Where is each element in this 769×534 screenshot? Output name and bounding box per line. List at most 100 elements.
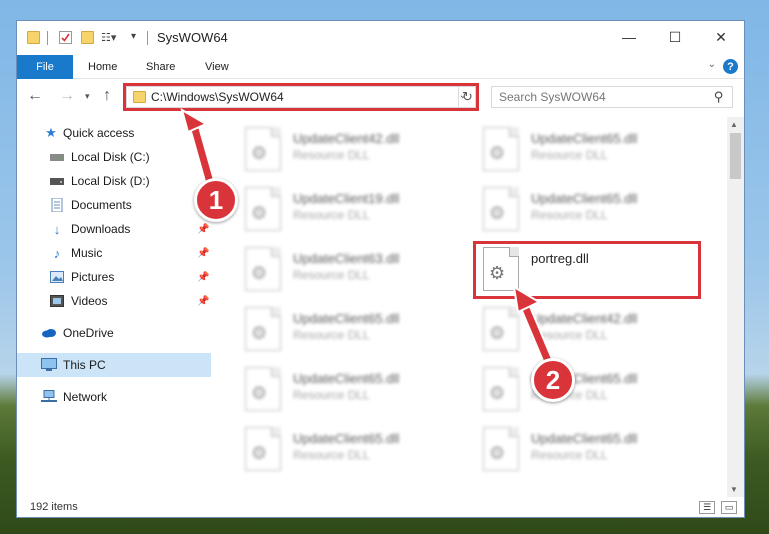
large-icons-view-icon[interactable]: ▭ [721, 501, 737, 514]
search-box[interactable]: Search SysWOW64 ⚲ [491, 86, 733, 108]
scroll-down-icon[interactable]: ▼ [730, 485, 738, 494]
file-item[interactable]: ⚙ UpdateClient65.dll Resource DLL [483, 365, 703, 415]
file-name: UpdateClient63.dll [293, 251, 400, 266]
file-name: UpdateClient65.dll [531, 191, 638, 206]
tab-share[interactable]: Share [146, 55, 175, 79]
title-bar: ☷▾ ▾ SysWOW64 — ☐ ✕ [17, 21, 744, 53]
file-item[interactable]: ⚙ UpdateClient65.dll Resource DLL [483, 185, 703, 235]
file-type: Resource DLL [531, 328, 608, 342]
folder-icon [27, 31, 40, 44]
downloads-icon: ↓ [53, 221, 61, 237]
sidebar-item-local-disk-c[interactable]: Local Disk (C:) [17, 145, 211, 169]
onedrive-icon [41, 326, 57, 340]
sidebar-item-label: Local Disk (D:) [71, 174, 150, 188]
sidebar-item-pictures[interactable]: Pictures 📌 [17, 265, 211, 289]
sidebar-item-onedrive[interactable]: OneDrive [17, 321, 211, 345]
sidebar-item-label: Network [63, 390, 108, 404]
properties-icon[interactable] [59, 31, 72, 44]
sidebar-item-music[interactable]: ♪ Music 📌 [17, 241, 211, 265]
sidebar-item-network[interactable]: Network [17, 385, 211, 409]
file-name: UpdateClient65.dll [531, 131, 638, 146]
sidebar-item-quick-access[interactable]: ★ Quick access [17, 121, 211, 145]
sidebar-item-label: OneDrive [63, 326, 114, 340]
file-item[interactable]: ⚙ UpdateClient65.dll Resource DLL [483, 425, 703, 475]
sidebar-item-label: Documents [71, 198, 132, 212]
file-type: Resource DLL [293, 388, 370, 402]
up-arrow-icon[interactable]: ↑ [103, 87, 111, 105]
navigation-pane: ★ Quick access Local Disk (C:) Local Dis… [17, 117, 211, 497]
sidebar-item-label: Downloads [71, 222, 131, 236]
file-type: Resource DLL [531, 448, 608, 462]
tab-file[interactable]: File [17, 55, 73, 79]
file-item[interactable]: ⚙ UpdateClient65.dll Resource DLL [245, 425, 465, 475]
pin-icon[interactable]: 📌 [197, 248, 209, 259]
file-type: Resource DLL [293, 268, 370, 282]
dll-file-icon: ⚙ [245, 307, 283, 353]
this-pc-icon [41, 358, 57, 372]
toolbar-dropdown-icon[interactable]: ▾ [131, 31, 144, 44]
file-type: Resource DLL [293, 448, 370, 462]
help-icon[interactable]: ? [723, 59, 738, 74]
pin-icon[interactable]: 📌 [197, 296, 209, 307]
file-item[interactable]: ⚙ UpdateClient65.dll Resource DLL [245, 365, 465, 415]
file-name: UpdateClient65.dll [531, 431, 638, 446]
dll-file-icon: ⚙ [245, 367, 283, 413]
dll-file-icon: ⚙ [483, 187, 521, 233]
forward-arrow-icon[interactable]: → [59, 87, 75, 105]
tab-home[interactable]: Home [88, 55, 117, 79]
videos-icon [49, 294, 65, 308]
file-item[interactable]: ⚙ UpdateClient63.dll Resource DLL [245, 245, 465, 295]
drive-icon [49, 150, 65, 164]
maximize-button[interactable]: ☐ [652, 21, 698, 53]
expand-ribbon-icon[interactable]: ⌄ [708, 59, 716, 70]
file-name: UpdateClient65.dll [293, 431, 400, 446]
minimize-button[interactable]: — [606, 21, 652, 53]
address-highlight-box [123, 83, 479, 111]
file-name: UpdateClient65.dll [293, 311, 400, 326]
dll-file-icon: ⚙ [483, 307, 521, 353]
step-2-badge: 2 [531, 358, 575, 402]
sidebar-item-this-pc[interactable]: This PC [17, 353, 211, 377]
pictures-icon [49, 270, 65, 284]
file-type: Resource DLL [293, 208, 370, 222]
close-button[interactable]: ✕ [698, 21, 744, 53]
file-explorer-window: ☷▾ ▾ SysWOW64 — ☐ ✕ File Home Share View… [16, 20, 745, 518]
file-item[interactable]: ⚙ UpdateClient42.dll Resource DLL [245, 125, 465, 175]
sidebar-item-videos[interactable]: Videos 📌 [17, 289, 211, 313]
recent-locations-icon[interactable]: ▾ [85, 91, 90, 102]
file-item[interactable]: ⚙ UpdateClient65.dll Resource DLL [245, 305, 465, 355]
scroll-up-icon[interactable]: ▲ [730, 120, 738, 129]
file-list: ⚙ UpdateClient42.dll Resource DLL ⚙ UpdateCl… [227, 117, 727, 497]
sidebar-item-downloads[interactable]: ↓ Downloads 📌 [17, 217, 211, 241]
customize-toolbar-icon[interactable]: ☷▾ [101, 31, 116, 44]
pin-icon[interactable]: 📌 [197, 272, 209, 283]
pin-icon[interactable]: 📌 [197, 224, 209, 235]
sidebar-item-label: Local Disk (C:) [71, 150, 150, 164]
search-placeholder: Search SysWOW64 [499, 90, 606, 104]
divider [147, 31, 148, 45]
file-type: Resource DLL [531, 148, 608, 162]
vertical-scrollbar[interactable]: ▲ ▼ [727, 117, 744, 497]
sidebar-item-local-disk-d[interactable]: Local Disk (D:) [17, 169, 211, 193]
file-name: UpdateClient19.dll [293, 191, 400, 206]
dll-file-icon: ⚙ [483, 367, 521, 413]
documents-icon [49, 198, 65, 212]
tab-view[interactable]: View [205, 55, 229, 79]
file-item[interactable]: ⚙ UpdateClient65.dll Resource DLL [483, 125, 703, 175]
sidebar-item-label: Quick access [63, 126, 135, 140]
sidebar-item-documents[interactable]: Documents 📌 [17, 193, 211, 217]
sidebar-item-label: Music [71, 246, 103, 260]
sidebar-item-label: Pictures [71, 270, 115, 284]
dll-file-icon: ⚙ [245, 127, 283, 173]
step-1-badge: 1 [194, 178, 238, 222]
new-folder-icon[interactable] [81, 31, 94, 44]
back-arrow-icon[interactable]: ← [27, 87, 43, 105]
scrollbar-thumb[interactable] [730, 133, 741, 179]
details-view-icon[interactable]: ☰ [699, 501, 715, 514]
file-item[interactable]: ⚙ UpdateClient19.dll Resource DLL [245, 185, 465, 235]
ribbon: File Home Share View ⌄ ? [17, 55, 744, 79]
sidebar-item-label: This PC [63, 358, 106, 372]
window-title: SysWOW64 [157, 30, 228, 45]
file-item[interactable]: ⚙ UpdateClient42.dll Resource DLL [483, 305, 703, 355]
network-icon [41, 390, 57, 404]
